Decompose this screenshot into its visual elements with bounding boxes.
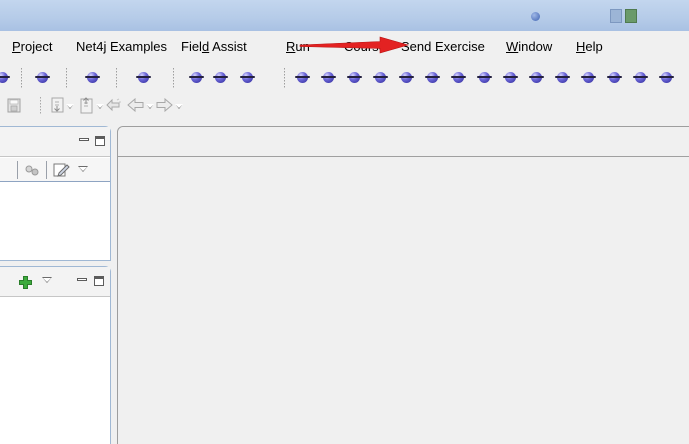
view-menu-chevron-icon[interactable] — [78, 166, 88, 172]
toolbar-separator — [21, 68, 22, 88]
run-ball-icon-6[interactable] — [213, 72, 228, 83]
minimize-icon[interactable] — [77, 278, 87, 281]
run-ball-icon-8[interactable] — [295, 72, 310, 83]
toolbar-separator — [46, 161, 47, 179]
left-view-bottom — [0, 266, 111, 444]
window-titlebar — [0, 0, 689, 31]
back-icon[interactable] — [127, 98, 144, 112]
run-ball-icon-3[interactable] — [85, 72, 100, 83]
view-tab-header — [0, 267, 110, 297]
maximize-icon[interactable] — [94, 276, 104, 286]
editor-tab-strip — [118, 127, 689, 157]
add-icon[interactable] — [19, 276, 32, 289]
run-ball-icon-16[interactable] — [503, 72, 518, 83]
menu-project-rest: roject — [20, 39, 53, 54]
menu-net4j-examples[interactable]: Net4j Examples — [76, 39, 167, 54]
toolbar-separator — [66, 68, 67, 88]
run-ball-icon-10[interactable] — [347, 72, 362, 83]
run-ball-icon-13[interactable] — [425, 72, 440, 83]
edit-pencil-icon[interactable] — [53, 162, 70, 178]
run-ball-icon-2[interactable] — [35, 72, 50, 83]
taskbar-thumb-green-icon[interactable] — [625, 9, 637, 23]
menu-help[interactable]: Help — [576, 39, 603, 54]
main-toolbar — [0, 60, 689, 94]
dropdown-chevron-icon[interactable] — [146, 104, 154, 109]
dropdown-chevron-icon[interactable] — [96, 104, 104, 109]
toolbar-separator — [284, 68, 285, 88]
menu-send-exercise[interactable]: Send Exercise — [401, 39, 485, 54]
run-ball-icon-21[interactable] — [633, 72, 648, 83]
toolbar-separator — [173, 68, 174, 88]
run-ball-icon-1[interactable] — [0, 72, 10, 83]
run-ball-icon-12[interactable] — [399, 72, 414, 83]
view-tab-header — [0, 127, 110, 157]
minimize-icon[interactable] — [79, 138, 89, 141]
run-ball-icon-4[interactable] — [136, 72, 151, 83]
menu-window-rest: indow — [518, 39, 553, 54]
run-ball-icon-7[interactable] — [240, 72, 255, 83]
view-menu-chevron-icon[interactable] — [42, 277, 52, 283]
link-with-editor-icon[interactable] — [25, 164, 40, 177]
run-ball-icon-20[interactable] — [607, 72, 622, 83]
run-ball-icon-9[interactable] — [321, 72, 336, 83]
next-annotation-icon[interactable] — [50, 97, 66, 114]
left-view-top — [0, 126, 111, 261]
menu-project[interactable]: Project — [12, 39, 52, 54]
secondary-toolbar — [0, 94, 689, 119]
menu-field-assist[interactable]: Field Assist — [181, 39, 247, 54]
editor-area[interactable] — [117, 126, 689, 444]
run-ball-icon-11[interactable] — [373, 72, 388, 83]
forward-icon[interactable] — [156, 98, 173, 112]
taskbar-thumb-icon[interactable] — [610, 9, 622, 23]
run-ball-icon-17[interactable] — [529, 72, 544, 83]
run-ball-icon-15[interactable] — [477, 72, 492, 83]
toolbar-separator — [116, 68, 117, 88]
run-ball-icon-18[interactable] — [555, 72, 570, 83]
red-annotation-arrow — [299, 36, 410, 54]
run-ball-icon-14[interactable] — [451, 72, 466, 83]
menu-window[interactable]: Window — [506, 39, 552, 54]
dropdown-chevron-icon[interactable] — [175, 104, 183, 109]
previous-annotation-icon[interactable] — [79, 97, 95, 114]
dropdown-chevron-icon[interactable] — [66, 104, 74, 109]
run-ball-icon-22[interactable] — [659, 72, 674, 83]
save-disabled-icon[interactable] — [7, 97, 21, 113]
view-toolbar — [0, 158, 110, 182]
menu-help-rest: elp — [585, 39, 603, 54]
toolbar-separator — [17, 161, 18, 179]
last-edit-location-icon[interactable] — [105, 98, 122, 112]
app-orb-icon — [531, 12, 540, 21]
toolbar-separator — [40, 97, 41, 115]
maximize-icon[interactable] — [95, 136, 105, 146]
run-ball-icon-19[interactable] — [581, 72, 596, 83]
run-ball-icon-5[interactable] — [189, 72, 204, 83]
